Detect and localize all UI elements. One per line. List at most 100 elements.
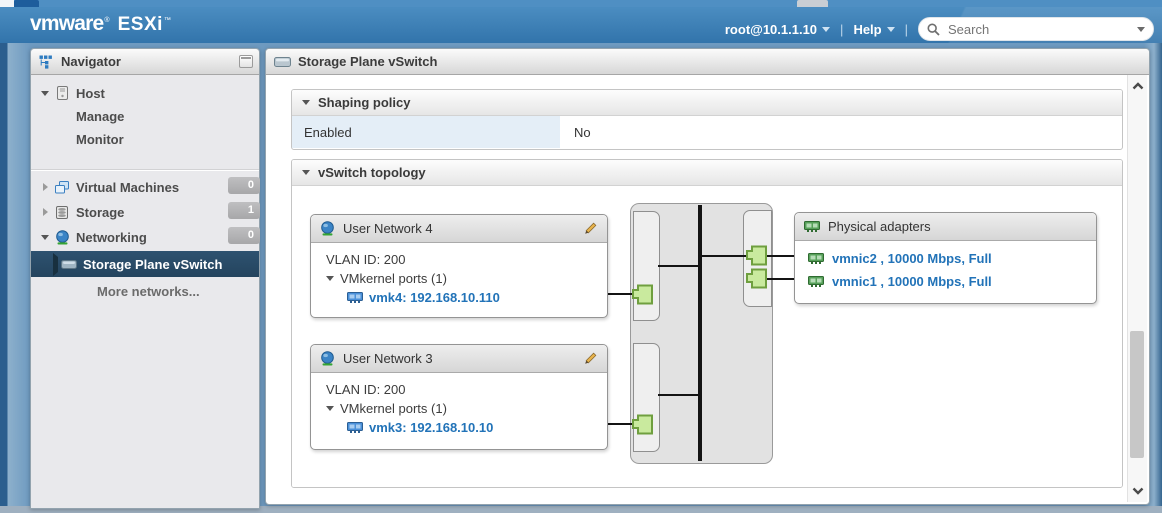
shaping-policy-value: No [560,116,1122,148]
vmk-row: vmk3: 192.168.10.10 [347,418,607,437]
search-icon [927,23,940,36]
portgroup-card-header: User Network 3 [311,345,607,373]
adapter-row: vmnic1 , 10000 Mbps, Full [808,270,1096,293]
header-right-controls: root@10.1.1.10 | Help | [725,17,1154,41]
header-bar: vmware® ESXi™ root@10.1.1.10 | Help | [0,7,1162,43]
sidebar-item-label: Virtual Machines [76,180,179,195]
expand-caret-icon[interactable] [39,235,51,240]
link-line [766,278,795,280]
search-dropdown-icon[interactable] [1137,27,1145,32]
shaping-policy-header[interactable]: Shaping policy [292,90,1122,116]
sidebar-item-manage[interactable]: Manage [31,104,304,128]
browser-corner [0,0,14,7]
collapsed-caret-icon[interactable] [53,257,58,272]
header-separator: | [905,22,908,37]
sidebar-item-label: Manage [76,109,124,124]
vlan-id-text: VLAN ID: 200 [326,252,406,267]
vlan-id-row: VLAN ID: 200 [326,250,607,269]
page-title: Storage Plane vSwitch [298,54,437,69]
logo-reg-mark: ® [104,17,109,24]
navigator-title: Navigator [61,54,121,69]
network-globe-icon [320,221,335,236]
edit-pencil-icon[interactable] [582,221,598,237]
section-title: Shaping policy [318,95,410,110]
portgroup-name: User Network 3 [343,351,433,366]
section-title: vSwitch topology [318,165,426,180]
sidebar-item-storage-plane-vswitch[interactable]: Storage Plane vSwitch [31,251,259,277]
scroll-down-button[interactable] [1128,480,1147,502]
topology-diagram: User Network 4 VLAN ID: 200 VMkernel por… [292,186,1122,487]
browser-favicon-stub [14,0,39,7]
logo-product: ESXi [118,14,163,36]
link-line [606,423,634,425]
vm-count-badge: 0 [228,177,260,194]
vswitch-icon [61,256,77,272]
collapsed-caret-icon[interactable] [39,208,51,216]
user-menu-label: root@10.1.1.10 [725,22,817,37]
vmnic-link[interactable]: vmnic1 , 10000 Mbps, Full [832,274,992,289]
scroll-up-button[interactable] [1128,75,1147,97]
chevron-down-icon [887,27,895,32]
physical-nic-icon [804,221,820,232]
portgroup-name: User Network 4 [343,221,433,236]
scrollbar-thumb[interactable] [1130,331,1144,458]
logo-brand: vmware [30,12,103,36]
vmk-link[interactable]: vmk4: 192.168.10.110 [369,290,500,305]
edit-pencil-icon[interactable] [582,351,598,367]
main-panel: Storage Plane vSwitch Shaping policy Ena… [265,48,1150,505]
logo-tm-mark: ™ [164,17,171,24]
vswitch-icon [274,56,291,67]
host-icon [54,85,70,101]
help-menu[interactable]: Help [853,22,894,37]
help-menu-label: Help [853,22,881,37]
port-icon [745,245,768,266]
link-line [658,265,700,267]
chevron-up-icon [1132,82,1144,90]
browser-top-strip [0,0,1162,7]
expand-caret-icon[interactable] [39,91,51,96]
physical-adapters-card: Physical adapters vmnic2 , 10000 Mbps, F… [794,212,1097,304]
sidebar-item-virtual-machines[interactable]: Virtual Machines 0 [31,175,267,199]
search-input[interactable] [946,21,1131,38]
user-menu[interactable]: root@10.1.1.10 [725,22,830,37]
sidebar-item-label: Storage [76,205,124,220]
sidebar-item-storage[interactable]: Storage 1 [31,200,267,224]
vmkernel-ports-row[interactable]: VMkernel ports (1) [326,269,607,288]
chevron-down-icon [822,27,830,32]
vmk-nic-icon [347,422,363,433]
vertical-scrollbar[interactable] [1127,75,1147,502]
sidebar-item-monitor[interactable]: Monitor [31,127,304,151]
portgroup-card-header: User Network 4 [311,215,607,243]
vswitch-trunk-line [698,205,702,461]
link-line [766,255,795,257]
navigator-collapse-icon[interactable] [239,55,253,68]
section-collapse-icon [302,100,310,105]
link-line [658,394,700,396]
chevron-down-icon [1132,487,1144,495]
navigator-divider [31,169,259,170]
vlan-id-row: VLAN ID: 200 [326,380,607,399]
portgroup-card-user-network-4: User Network 4 VLAN ID: 200 VMkernel por… [310,214,608,318]
vmnic-link[interactable]: vmnic2 , 10000 Mbps, Full [832,251,992,266]
section-collapse-icon [302,170,310,175]
shaping-policy-section: Shaping policy Enabled No [291,89,1123,150]
sidebar-item-host[interactable]: Host [31,81,267,105]
vmk-link[interactable]: vmk3: 192.168.10.10 [369,420,493,435]
sidebar-item-label: Storage Plane vSwitch [83,257,222,272]
networking-count-badge: 0 [228,227,260,244]
esxi-app: vmware®ESXi™ root@10.1.1.10 | Help | N [0,0,1162,513]
collapsed-caret-icon[interactable] [39,183,51,191]
expand-caret-icon [326,406,334,411]
storage-count-badge: 1 [228,202,260,219]
sidebar-item-networking[interactable]: Networking 0 [31,225,267,249]
vmware-esxi-logo: vmware® ESXi™ [30,12,172,36]
vmkernel-ports-row[interactable]: VMkernel ports (1) [326,399,607,418]
sidebar-item-label: More networks... [97,284,200,299]
physical-adapters-title: Physical adapters [828,219,931,234]
search-box[interactable] [918,17,1154,41]
network-globe-icon [320,351,335,366]
portgroup-connector-lower [633,343,660,452]
vswitch-topology-header[interactable]: vSwitch topology [292,160,1122,186]
networking-globe-icon [54,229,70,245]
vlan-id-text: VLAN ID: 200 [326,382,406,397]
